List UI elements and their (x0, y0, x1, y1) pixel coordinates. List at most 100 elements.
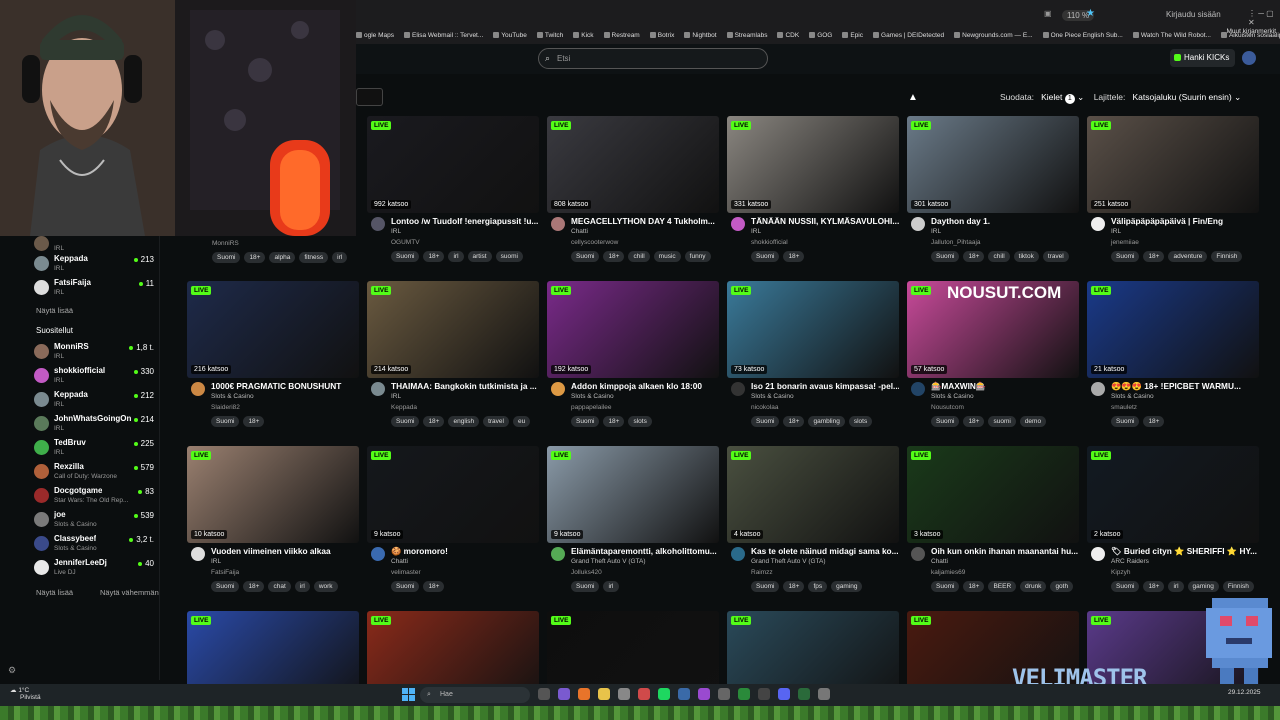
tag[interactable]: 18+ (423, 251, 445, 262)
stream-title[interactable]: Iso 21 bonarin avaus kimpassa! -pel... (751, 381, 899, 391)
tag[interactable]: 18+ (783, 251, 805, 262)
tag[interactable]: 18+ (244, 252, 266, 263)
sort-select[interactable]: Katsojaluku (Suurin ensin) ⌄ (1132, 92, 1241, 102)
stream-category[interactable]: Slots & Casino (751, 393, 794, 400)
stream-thumbnail[interactable]: LIVE 4 katsoo (727, 446, 899, 543)
stream-title[interactable]: 1000€ PRAGMATIC BONUSHUNT (211, 381, 359, 391)
channel-avatar[interactable] (551, 217, 565, 231)
stream-category[interactable]: Grand Theft Auto V (GTA) (751, 558, 826, 565)
stream-thumbnail[interactable]: LIVE 992 katsoo (367, 116, 539, 213)
tag[interactable]: Suomi (751, 251, 780, 262)
channel-avatar[interactable] (1091, 382, 1105, 396)
discord-icon[interactable] (778, 688, 790, 700)
stream-category[interactable]: IRL (931, 228, 941, 235)
windows-start-icon[interactable] (402, 688, 415, 701)
bookmark-item[interactable]: Games | DEIDetected (873, 28, 944, 42)
channel-name[interactable]: OGUMTV (391, 239, 420, 246)
channel-avatar[interactable] (1091, 547, 1105, 561)
stream-title[interactable]: 😍😍😍 18+ !EPICBET WARMU... (1111, 381, 1259, 392)
stream-title[interactable]: Oih kun onkin ihanan maanantai hu... (931, 546, 1079, 556)
tag[interactable]: Suomi (931, 416, 960, 427)
star-icon[interactable]: ★ (1086, 8, 1095, 19)
bookmark-item[interactable]: Epic (842, 28, 863, 42)
stream-thumbnail[interactable]: LIVE 808 katsoo (547, 116, 719, 213)
channel-avatar[interactable] (731, 547, 745, 561)
bookmark-item[interactable]: Twitch (536, 28, 563, 42)
tag[interactable]: Suomi (1111, 416, 1140, 427)
language-filter[interactable]: Kielet 1 ⌄ (1041, 92, 1084, 104)
stream-category[interactable]: IRL (391, 393, 401, 400)
channel-avatar[interactable] (371, 382, 385, 396)
stream-category[interactable]: Slots & Casino (571, 393, 614, 400)
tag[interactable]: 18+ (243, 416, 265, 427)
channel-name[interactable]: shokkiofficial (751, 239, 788, 246)
tag[interactable]: funny (684, 251, 711, 262)
stream-category[interactable]: Slots & Casino (1111, 393, 1154, 400)
tag[interactable]: 18+ (423, 581, 445, 592)
stream-thumbnail[interactable]: LIVE 2 katsoo (1087, 446, 1259, 543)
tag[interactable]: slots (848, 416, 873, 427)
tag[interactable]: Suomi (931, 251, 960, 262)
channel-name[interactable]: Nousutcom (931, 404, 964, 411)
tag[interactable]: goth (1050, 581, 1074, 592)
tag[interactable]: tiktok (1013, 251, 1039, 262)
show-more-link-2[interactable]: Näytä lisää (36, 588, 73, 597)
tag[interactable]: chat (268, 581, 291, 592)
app-icon[interactable] (638, 688, 650, 700)
tag[interactable]: 18+ (783, 416, 805, 427)
stream-title[interactable]: 🎰MAXWIN🎰 (931, 381, 1079, 392)
stream-category[interactable]: IRL (391, 228, 401, 235)
tag[interactable]: adventure (1168, 251, 1208, 262)
stream-thumbnail[interactable]: LIVE 9 katsoo (547, 446, 719, 543)
tag[interactable]: alpha (269, 252, 296, 263)
tag[interactable]: chill (988, 251, 1010, 262)
tag[interactable]: Suomi (571, 416, 600, 427)
weather-widget[interactable]: ☁ 1°C Pilvistä (10, 687, 41, 701)
channel-avatar[interactable] (1091, 217, 1105, 231)
stream-category[interactable]: Chatti (571, 228, 588, 235)
channel-avatar[interactable] (551, 382, 565, 396)
tag[interactable]: 18+ (423, 416, 445, 427)
store-icon[interactable] (618, 688, 630, 700)
bookmark-item[interactable]: Watch The Wild Robot... (1132, 28, 1211, 42)
app-icon-2[interactable] (818, 688, 830, 700)
task-view-icon[interactable] (538, 688, 550, 700)
tag[interactable]: 18+ (1143, 416, 1165, 427)
channel-name[interactable]: velimaster (391, 569, 421, 576)
tag[interactable]: 18+ (963, 416, 985, 427)
stream-thumbnail[interactable]: LIVE 73 katsoo (727, 281, 899, 378)
tag[interactable]: irl (603, 581, 619, 592)
tag[interactable]: eu (512, 416, 531, 427)
stream-title[interactable]: Välipäpäpäpäpäivä | Fin/Eng (1111, 216, 1259, 226)
bookmark-item[interactable]: GOG (809, 28, 832, 42)
stream-thumbnail[interactable]: LIVE 214 katsoo (367, 281, 539, 378)
category-tab[interactable] (356, 88, 383, 106)
tag[interactable]: chill (628, 251, 650, 262)
nvidia-icon[interactable] (798, 688, 810, 700)
tag[interactable]: suomi (988, 416, 1016, 427)
sidebar-channel[interactable]: shokkiofficial IRL 330 (34, 364, 158, 388)
tag[interactable]: fitness (299, 252, 329, 263)
channel-avatar[interactable] (911, 382, 925, 396)
bookmark-item[interactable]: Newgrounds.com — E... (954, 28, 1033, 42)
stream-thumbnail[interactable]: LIVE NOUSUT.COM 57 katsoo (907, 281, 1079, 378)
tag[interactable]: irl (294, 581, 310, 592)
sidebar-channel[interactable]: MonniRS IRL 1,8 t. (34, 340, 158, 364)
channel-avatar[interactable] (551, 547, 565, 561)
stream-thumbnail[interactable]: LIVE 9 katsoo (367, 446, 539, 543)
bookmark-item[interactable]: Nightbot (684, 28, 717, 42)
stream-category[interactable]: Chatti (391, 558, 408, 565)
sidebar-channel[interactable]: JenniferLeeDj Live DJ 40 (34, 556, 158, 580)
firefox-icon[interactable] (578, 688, 590, 700)
channel-name[interactable]: Kipzyh (1111, 569, 1131, 576)
tag[interactable]: music (653, 251, 681, 262)
tag[interactable]: Suomi (751, 581, 780, 592)
stream-title[interactable]: Vuoden viimeinen viikko alkaa (211, 546, 359, 556)
stream-category[interactable]: ARC Raiders (1111, 558, 1149, 565)
tag[interactable]: fps (808, 581, 828, 592)
tag[interactable]: 18+ (243, 581, 265, 592)
tag[interactable]: gaming (831, 581, 863, 592)
tag[interactable]: Suomi (571, 251, 600, 262)
tag[interactable]: Suomi (931, 581, 960, 592)
menu-icon[interactable]: ⋮ ─ ▢ ✕ (1248, 9, 1280, 27)
